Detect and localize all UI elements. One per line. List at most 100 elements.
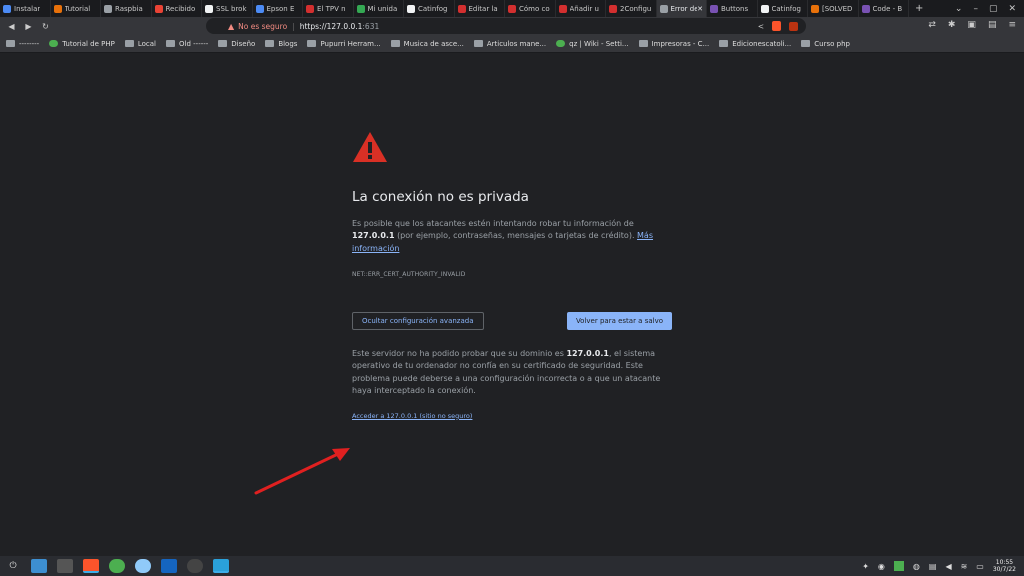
- tab-favicon-icon: [3, 4, 11, 13]
- vivaldi-icon[interactable]: [109, 559, 125, 573]
- window-controls: ⌄ – ▢ ✕: [955, 4, 1024, 14]
- bookmark-item[interactable]: Old ------: [166, 40, 208, 48]
- bookmark-label: Diseño: [231, 39, 256, 48]
- browser-tab[interactable]: Buttons: [707, 0, 758, 17]
- bookmark-label: Tutorial de PHP: [62, 39, 115, 48]
- close-window-button[interactable]: ✕: [1008, 4, 1016, 14]
- browser-tab[interactable]: Catinfog: [404, 0, 455, 17]
- new-tab-button[interactable]: +: [909, 3, 929, 14]
- folder-icon: [6, 40, 15, 47]
- volume-tray-icon[interactable]: ◀: [945, 562, 951, 571]
- tab-label: Editar la: [468, 4, 498, 13]
- translate-icon[interactable]: ⇄: [928, 20, 936, 30]
- dolphin-icon[interactable]: [31, 559, 47, 573]
- tab-favicon-icon: [861, 4, 870, 13]
- browser-tab[interactable]: El TPV n: [303, 0, 354, 17]
- bug-tray-icon[interactable]: ✦: [862, 562, 869, 571]
- url-text[interactable]: https://127.0.0.1:631: [300, 22, 380, 31]
- bookmark-item[interactable]: Blogs: [265, 40, 297, 48]
- tab-search-icon[interactable]: ⌄: [955, 4, 963, 14]
- chromium-icon[interactable]: [135, 559, 151, 573]
- browser-tab[interactable]: Error de p✕: [656, 0, 707, 17]
- menu-icon[interactable]: ≡: [1008, 20, 1016, 30]
- bookmark-item[interactable]: Articulos mane...: [473, 40, 546, 48]
- clipboard-tray-icon[interactable]: ▤: [929, 562, 937, 571]
- browser-tab[interactable]: Raspbia: [101, 0, 152, 17]
- globe-tray-icon[interactable]: ◍: [913, 562, 920, 571]
- bookmark-item[interactable]: Curso php: [801, 40, 850, 48]
- bookmark-item[interactable]: Tutorial de PHP: [49, 40, 115, 48]
- browser-tab[interactable]: Code - B: [859, 0, 909, 17]
- browser-tab[interactable]: Epson E: [253, 0, 303, 17]
- button-row: Ocultar configuración avanzada Volver pa…: [352, 311, 672, 330]
- tab-label: 2Configu: [620, 4, 652, 13]
- clock-date: 30/7/22: [992, 566, 1016, 573]
- brave-icon[interactable]: [83, 559, 99, 573]
- browser-tab[interactable]: SSL brok: [202, 0, 253, 17]
- clock[interactable]: 10:55 30/7/22: [993, 559, 1016, 573]
- folder-icon: [166, 40, 176, 47]
- browser-tab[interactable]: Instalar: [0, 0, 51, 17]
- browser-tab[interactable]: Editar la: [455, 0, 505, 17]
- battery-tray-icon[interactable]: ▭: [976, 562, 984, 571]
- forward-arrow-icon[interactable]: ▶: [23, 22, 34, 31]
- steam-icon[interactable]: [187, 559, 203, 573]
- tab-label: Instalar: [14, 4, 41, 13]
- proceed-unsafe-link[interactable]: Acceder a 127.0.0.1 (sitio no seguro): [352, 410, 672, 423]
- record-tray-icon[interactable]: ◉: [878, 562, 885, 571]
- tab-favicon-icon: [306, 4, 314, 13]
- reload-icon[interactable]: ↻: [40, 22, 51, 31]
- joplin-icon[interactable]: [161, 559, 177, 573]
- not-secure-label[interactable]: No es seguro: [238, 22, 287, 31]
- kde-menu-icon[interactable]: ⏻: [5, 559, 21, 573]
- tab-favicon-icon: [609, 4, 617, 13]
- browser-tab[interactable]: Tutorial: [51, 0, 101, 17]
- brave-shields-icon[interactable]: [772, 21, 781, 31]
- share-icon[interactable]: <: [758, 22, 764, 31]
- address-bar[interactable]: ▲ No es seguro | https://127.0.0.1:631 <: [206, 18, 806, 34]
- tab-label: Epson E: [266, 4, 295, 13]
- sidebar-icon[interactable]: ▤: [988, 20, 997, 30]
- bookmark-item[interactable]: qz | Wiki - Setti...: [556, 40, 629, 48]
- bookmark-item[interactable]: --------: [6, 40, 39, 48]
- bookmark-label: Local: [137, 39, 157, 48]
- bookmark-item[interactable]: Musica de asce...: [390, 40, 464, 48]
- tab-label: Catinfog: [418, 4, 448, 13]
- tab-label: Tutorial: [64, 4, 91, 13]
- brave-rewards-icon[interactable]: [789, 21, 798, 31]
- folder-icon: [218, 40, 228, 47]
- browser-toolbar: ◀ ▶ ↻ ▲ No es seguro | https://127.0.0.1…: [0, 17, 1024, 35]
- tab-label: Cómo co: [519, 4, 550, 13]
- bookmark-item[interactable]: Diseño: [218, 40, 255, 48]
- konsole-icon[interactable]: [57, 559, 73, 573]
- tab-label: SSL brok: [216, 4, 247, 13]
- minimize-button[interactable]: –: [973, 4, 978, 14]
- bookmark-item[interactable]: Pupurri Herram...: [307, 40, 381, 48]
- bookmark-item[interactable]: Impresoras - C...: [638, 40, 709, 48]
- browser-tab[interactable]: Catinfog: [758, 0, 808, 17]
- bookmark-item[interactable]: Edicionescatoli...: [719, 40, 791, 48]
- browser-tab[interactable]: 2Configu: [606, 0, 657, 17]
- maximize-button[interactable]: ▢: [989, 4, 998, 14]
- url-port: :631: [362, 21, 380, 31]
- browser-tab[interactable]: Mi unida: [354, 0, 404, 17]
- wifi-tray-icon[interactable]: ≋: [961, 562, 968, 571]
- folder-icon: [265, 40, 275, 47]
- close-tab-icon[interactable]: ✕: [697, 5, 703, 13]
- browser-tab[interactable]: [SOLVED: [808, 0, 859, 17]
- browser-tab[interactable]: Recibido: [152, 0, 202, 17]
- hide-advanced-button[interactable]: Ocultar configuración avanzada: [352, 311, 484, 330]
- extensions-icon[interactable]: ✱: [948, 20, 956, 30]
- browser-tab[interactable]: Añadir u: [556, 0, 606, 17]
- back-arrow-icon[interactable]: ◀: [6, 22, 17, 31]
- warning-triangle-icon[interactable]: ▲: [228, 22, 234, 31]
- url-scheme-host: https://127.0.0.1: [299, 21, 363, 31]
- tab-label: Recibido: [165, 4, 196, 13]
- wallet-icon[interactable]: ▣: [967, 20, 976, 30]
- bookmark-item[interactable]: Local: [124, 39, 157, 48]
- explanation-text: Es posible que los atacantes estén inten…: [352, 218, 634, 228]
- telegram-icon[interactable]: [213, 559, 229, 573]
- vpn-tray-icon[interactable]: [893, 561, 904, 571]
- back-to-safety-button[interactable]: Volver para estar a salvo: [566, 311, 672, 330]
- browser-tab[interactable]: Cómo co: [505, 0, 556, 17]
